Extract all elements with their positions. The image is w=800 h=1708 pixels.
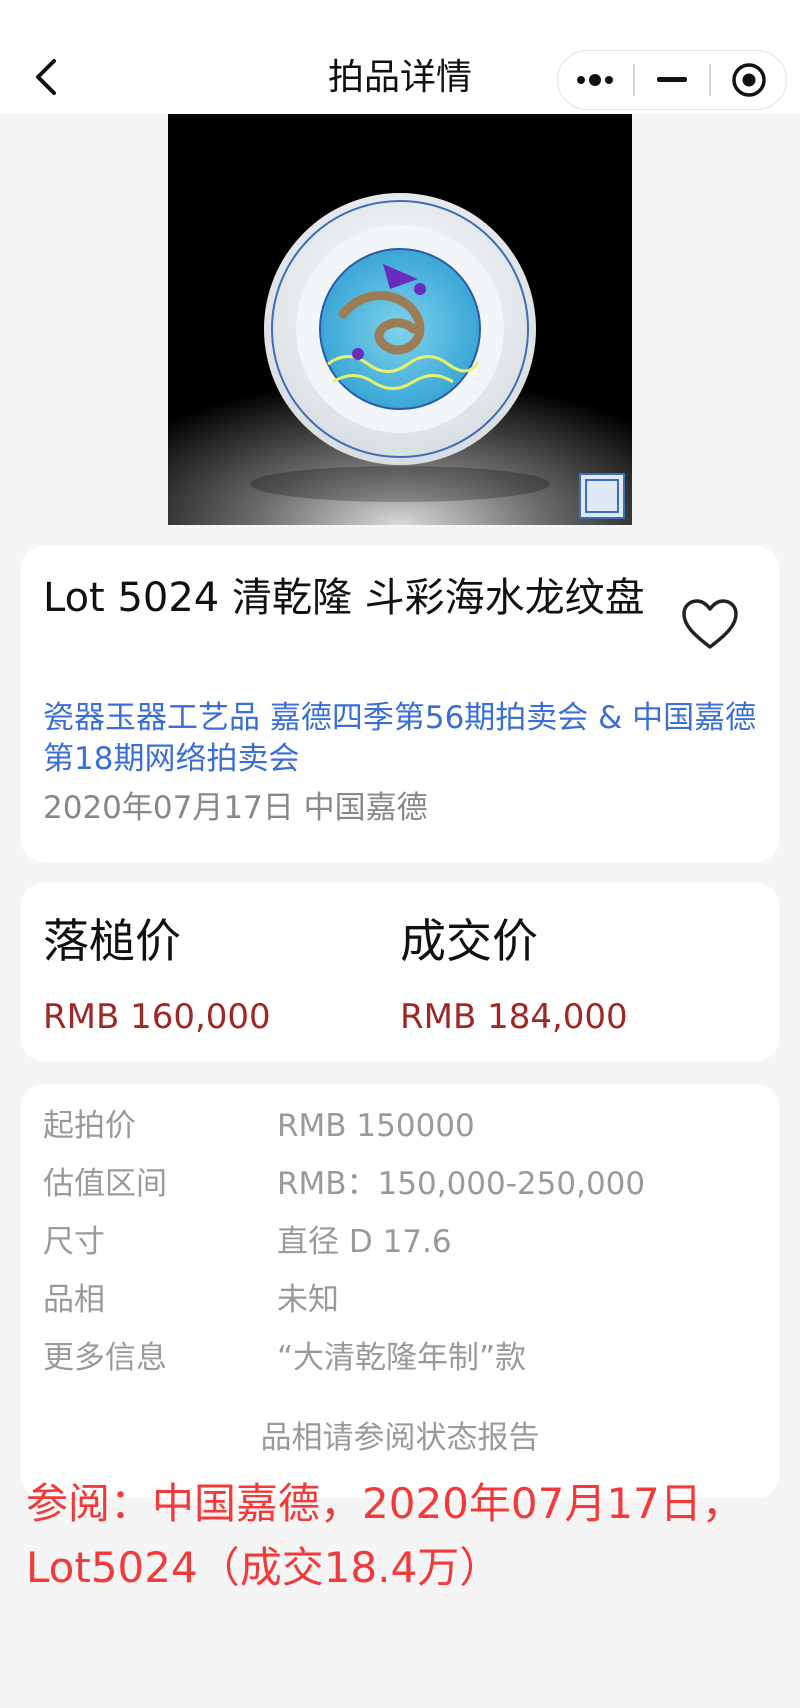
porcelain-plate-image: [168, 114, 632, 525]
detail-value: 直径 D 17.6: [277, 1224, 452, 1260]
detail-row-more-info: 更多信息 “大清乾隆年制”款: [43, 1334, 763, 1382]
detail-label: 估值区间: [43, 1166, 167, 1202]
sold-price-label: 成交价: [400, 914, 538, 968]
detail-label: 起拍价: [43, 1108, 136, 1144]
detail-value: RMB 150000: [277, 1108, 475, 1144]
lot-image[interactable]: [168, 114, 632, 525]
navigation-bar: 拍品详情: [0, 0, 800, 114]
lot-details-card: 起拍价 RMB 150000 估值区间 RMB：150,000-250,000 …: [21, 1084, 779, 1498]
detail-label: 品相: [43, 1282, 105, 1318]
sold-price-value: RMB 184,000: [400, 997, 628, 1037]
more-dots-icon: [577, 74, 614, 86]
favorite-button[interactable]: [681, 598, 743, 654]
lot-title: Lot 5024 清乾隆 斗彩海水龙纹盘: [43, 575, 645, 621]
detail-value: RMB：150,000-250,000: [277, 1166, 646, 1202]
auction-date-house: 2020年07月17日 中国嘉德: [43, 790, 428, 826]
detail-label: 更多信息: [43, 1340, 167, 1376]
detail-label: 尺寸: [43, 1224, 105, 1260]
heart-icon: [682, 599, 738, 649]
detail-row-condition: 品相 未知: [43, 1276, 763, 1324]
minimize-icon: [657, 77, 687, 82]
condition-report-link[interactable]: 品相请参阅状态报告: [21, 1414, 779, 1462]
mini-program-capsule: [557, 50, 787, 110]
detail-row-starting-price: 起拍价 RMB 150000: [43, 1102, 763, 1150]
detail-value: 未知: [277, 1282, 339, 1318]
detail-row-size: 尺寸 直径 D 17.6: [43, 1218, 763, 1266]
lot-title-card: Lot 5024 清乾隆 斗彩海水龙纹盘 瓷器玉器工艺品 嘉德四季第56期拍卖会…: [21, 546, 779, 862]
close-target-icon: [731, 63, 766, 97]
detail-value: “大清乾隆年制”款: [277, 1340, 527, 1376]
minimize-button[interactable]: [635, 51, 710, 109]
price-card: 落槌价 成交价 RMB 160,000 RMB 184,000: [21, 883, 779, 1061]
hammer-price-label: 落槌价: [43, 914, 181, 968]
reference-annotation: 参阅：中国嘉德，2020年07月17日，Lot5024（成交18.4万）: [26, 1479, 744, 1592]
more-button[interactable]: [558, 51, 633, 109]
close-button[interactable]: [711, 51, 786, 109]
auction-session-link[interactable]: 瓷器玉器工艺品 嘉德四季第56期拍卖会 & 中国嘉德第18期网络拍卖会: [43, 698, 763, 780]
hammer-price-value: RMB 160,000: [43, 997, 271, 1037]
detail-row-estimate: 估值区间 RMB：150,000-250,000: [43, 1160, 763, 1208]
